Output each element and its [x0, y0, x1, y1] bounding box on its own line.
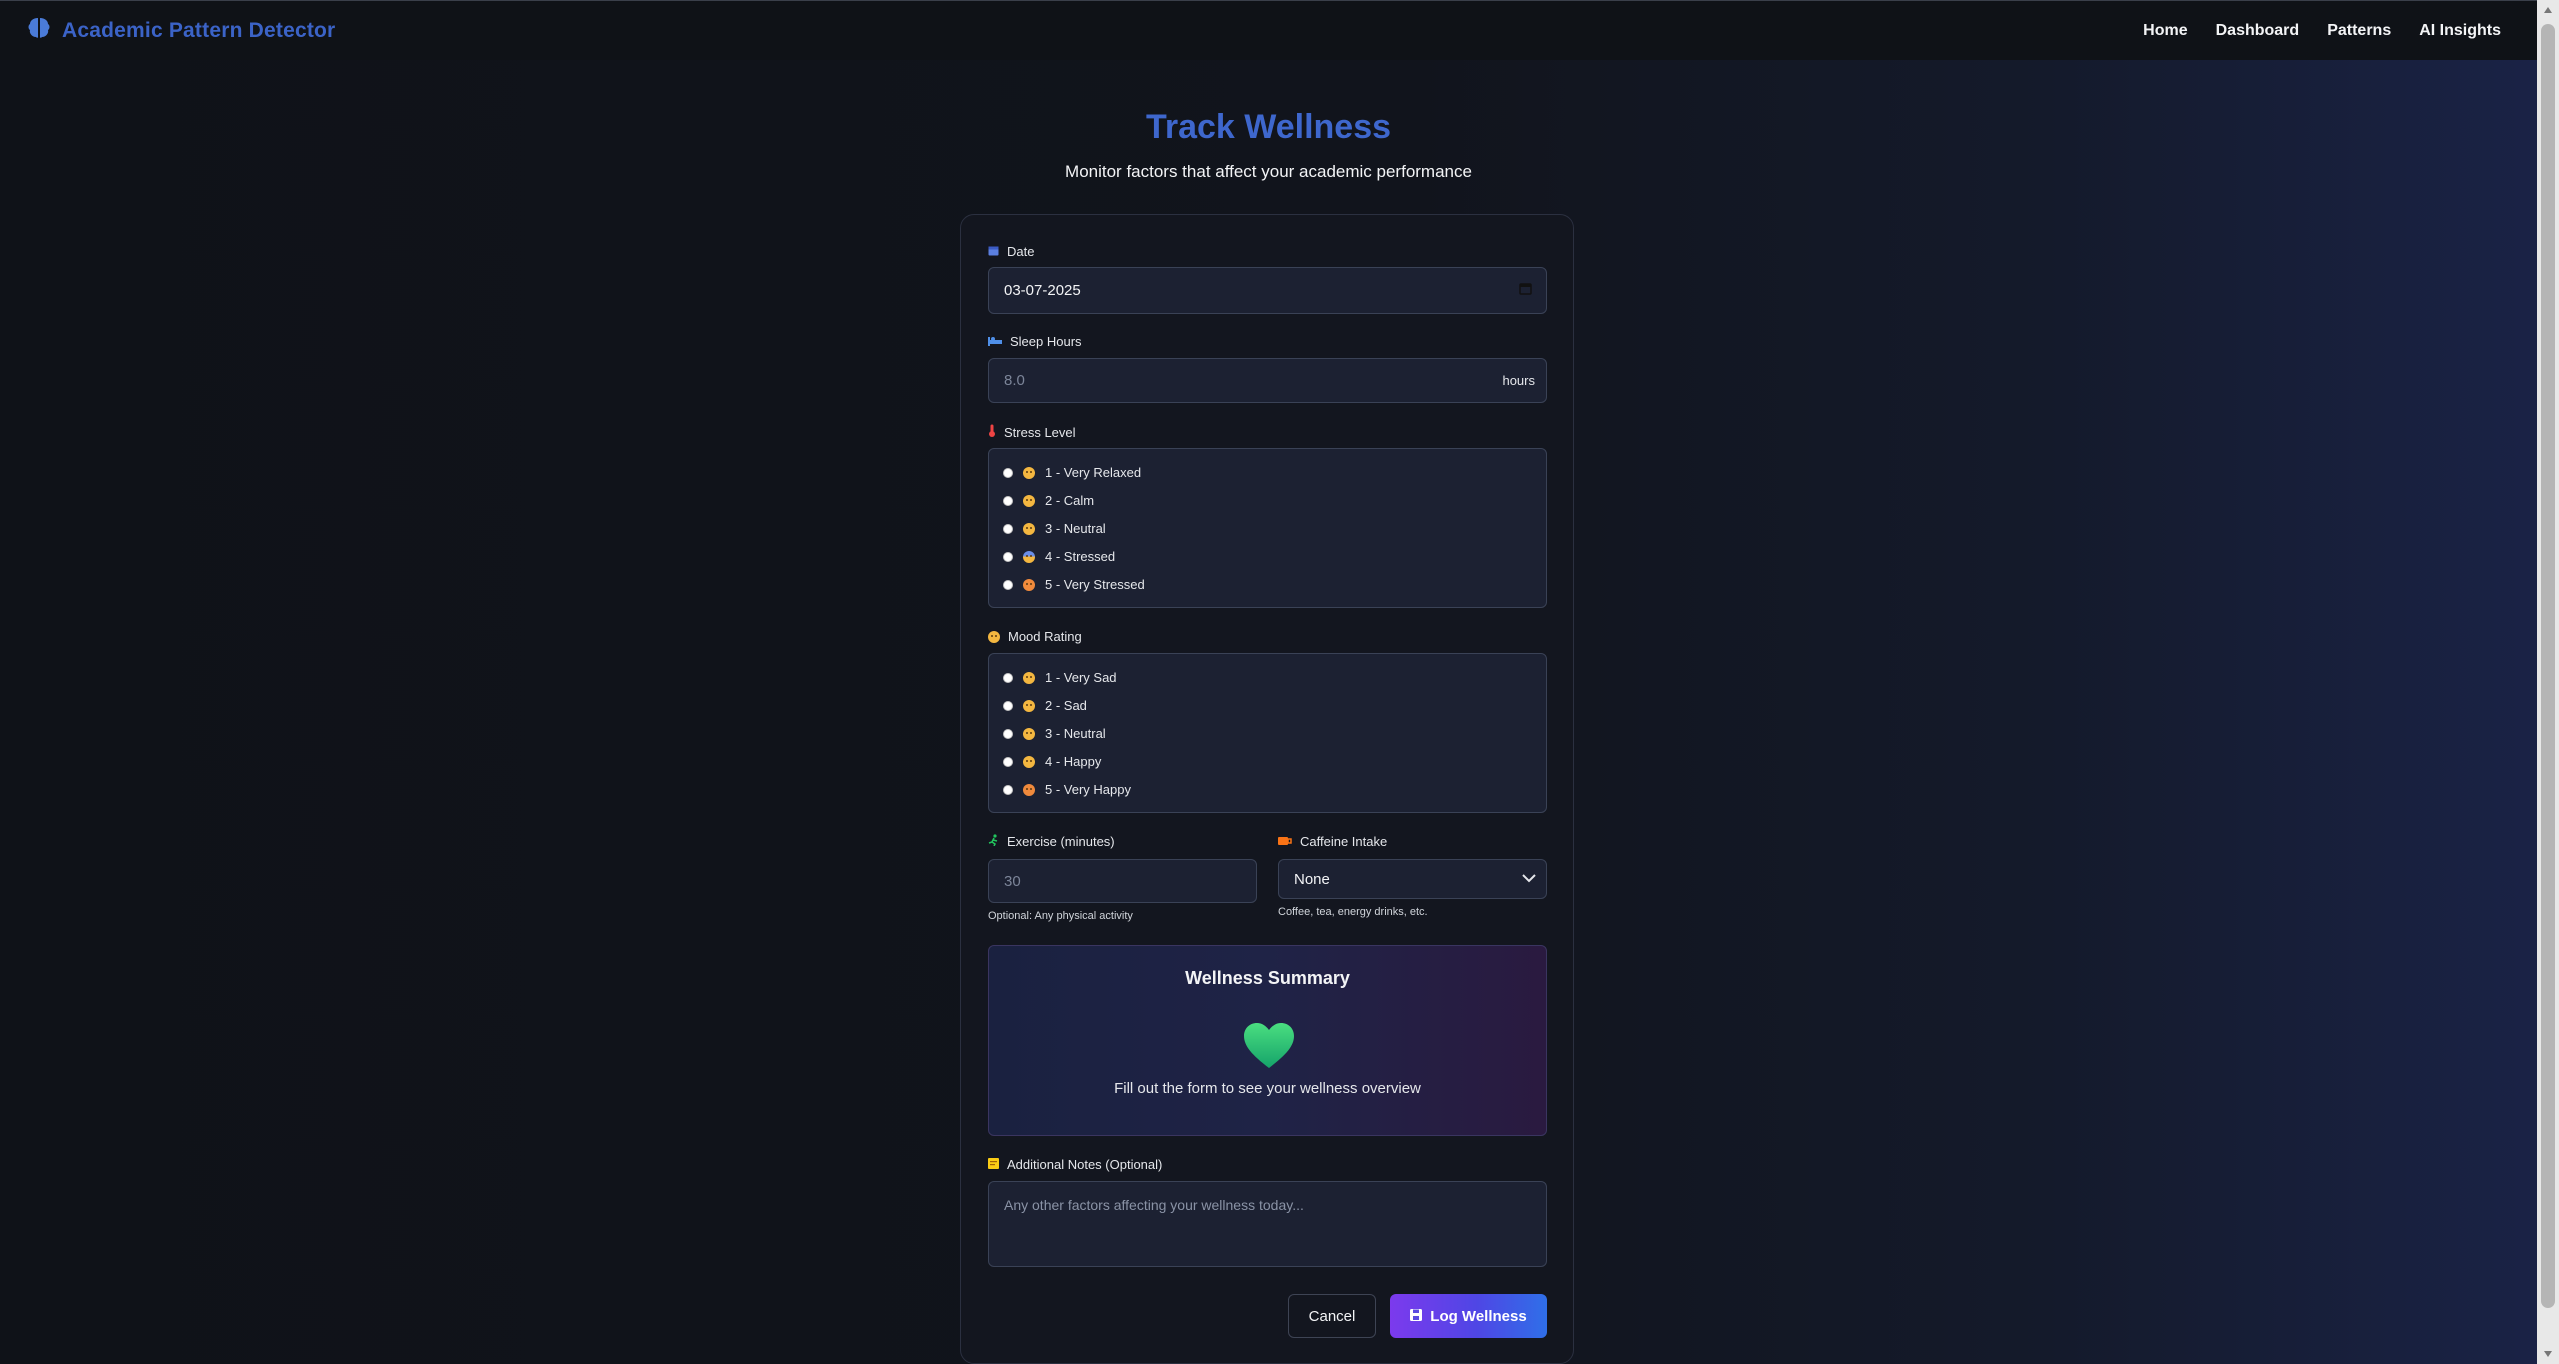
cancel-button[interactable]: Cancel [1288, 1294, 1376, 1338]
sticky-note-icon [988, 1157, 999, 1172]
caffeine-selected-value: None [1294, 870, 1330, 888]
summary-text: Fill out the form to see your wellness o… [1114, 1080, 1421, 1097]
stress-radio-group: 1 - Very Relaxed 2 - Calm 3 - Neutral 4 … [988, 448, 1547, 608]
sleep-unit-label: hours [1502, 373, 1535, 388]
radio-button[interactable] [1003, 579, 1013, 590]
caffeine-label: Caffeine Intake [1278, 834, 1387, 849]
mood-option-5[interactable]: 5 - Very Happy [1003, 782, 1131, 797]
happy-face-icon [1023, 755, 1035, 768]
log-wellness-label: Log Wellness [1430, 1307, 1527, 1325]
exercise-label: Exercise (minutes) [988, 834, 1115, 849]
radio-button[interactable] [1003, 495, 1013, 506]
bed-icon [988, 334, 1002, 349]
mood-option-2[interactable]: 2 - Sad [1003, 698, 1087, 713]
coffee-icon [1278, 834, 1292, 849]
stress-option-1[interactable]: 1 - Very Relaxed [1003, 465, 1141, 480]
nav-ai-insights-link[interactable]: AI Insights [2419, 22, 2501, 40]
stress-option-4[interactable]: 4 - Stressed [1003, 549, 1115, 564]
page-scrollbar[interactable] [2537, 0, 2559, 1364]
calendar-icon [988, 244, 999, 259]
neutral-face-icon [1023, 727, 1035, 740]
radio-button[interactable] [1003, 784, 1013, 795]
scroll-down-icon[interactable] [2537, 1344, 2559, 1364]
radio-button[interactable] [1003, 700, 1013, 711]
date-value: 03-07-2025 [1004, 282, 1081, 299]
save-icon [1410, 1308, 1423, 1325]
notes-placeholder: Any other factors affecting your wellnes… [1004, 1197, 1304, 1213]
date-label: Date [988, 244, 1034, 259]
radio-button[interactable] [1003, 467, 1013, 478]
brand[interactable]: Academic Pattern Detector [26, 15, 335, 46]
scroll-up-icon[interactable] [2537, 0, 2559, 20]
notes-label: Additional Notes (Optional) [988, 1157, 1162, 1172]
exercise-help-text: Optional: Any physical activity [988, 910, 1133, 922]
log-wellness-button[interactable]: Log Wellness [1390, 1294, 1547, 1338]
radio-button[interactable] [1003, 728, 1013, 739]
exercise-placeholder: 30 [1004, 872, 1021, 890]
stress-option-5[interactable]: 5 - Very Stressed [1003, 577, 1145, 592]
scroll-thumb[interactable] [2541, 24, 2555, 1308]
smiley-icon [988, 630, 1000, 643]
summary-title: Wellness Summary [1185, 968, 1350, 988]
nav-home-link[interactable]: Home [2143, 22, 2187, 40]
notes-textarea[interactable]: Any other factors affecting your wellnes… [988, 1181, 1547, 1267]
radio-button[interactable] [1003, 523, 1013, 534]
exercise-input[interactable]: 30 [988, 859, 1257, 903]
nav-links: Home Dashboard Patterns AI Insights [2143, 22, 2501, 40]
calm-face-icon [1023, 494, 1035, 507]
caffeine-help-text: Coffee, tea, energy drinks, etc. [1278, 906, 1428, 918]
neutral-face-icon [1023, 522, 1035, 535]
brain-icon [26, 15, 52, 46]
mood-label: Mood Rating [988, 629, 1082, 644]
nav-dashboard-link[interactable]: Dashboard [2216, 22, 2300, 40]
very-sad-face-icon [1023, 671, 1035, 684]
radio-button[interactable] [1003, 672, 1013, 683]
heart-icon [1242, 1022, 1296, 1075]
radio-button[interactable] [1003, 551, 1013, 562]
mood-option-1[interactable]: 1 - Very Sad [1003, 670, 1117, 685]
running-icon [988, 834, 999, 849]
sleep-label: Sleep Hours [988, 334, 1082, 349]
thermometer-icon [988, 424, 996, 440]
stress-label: Stress Level [988, 424, 1076, 440]
stressed-face-icon [1023, 550, 1035, 563]
relaxed-face-icon [1023, 466, 1035, 479]
sleep-hours-placeholder: 8.0 [1004, 372, 1025, 389]
brand-name: Academic Pattern Detector [62, 18, 336, 42]
chevron-down-icon [1522, 870, 1536, 888]
mood-option-4[interactable]: 4 - Happy [1003, 754, 1101, 769]
date-input[interactable]: 03-07-2025 [988, 267, 1547, 314]
stress-option-3[interactable]: 3 - Neutral [1003, 521, 1106, 536]
wellness-summary-panel: Wellness Summary Fill out the form to se… [988, 945, 1547, 1136]
radio-button[interactable] [1003, 756, 1013, 767]
stress-option-2[interactable]: 2 - Calm [1003, 493, 1094, 508]
calendar-picker-icon[interactable] [1519, 282, 1532, 300]
sleep-hours-input[interactable]: 8.0 hours [988, 358, 1547, 403]
page-title: Track Wellness [1145, 108, 1392, 146]
very-stressed-face-icon [1023, 578, 1035, 591]
page-subtitle: Monitor factors that affect your academi… [1065, 162, 1472, 181]
caffeine-select[interactable]: None [1278, 859, 1547, 899]
nav-patterns-link[interactable]: Patterns [2327, 22, 2391, 40]
sad-face-icon [1023, 699, 1035, 712]
very-happy-face-icon [1023, 783, 1035, 796]
mood-radio-group: 1 - Very Sad 2 - Sad 3 - Neutral 4 - Hap… [988, 653, 1547, 813]
top-navbar: Academic Pattern Detector Home Dashboard… [0, 0, 2537, 60]
mood-option-3[interactable]: 3 - Neutral [1003, 726, 1106, 741]
